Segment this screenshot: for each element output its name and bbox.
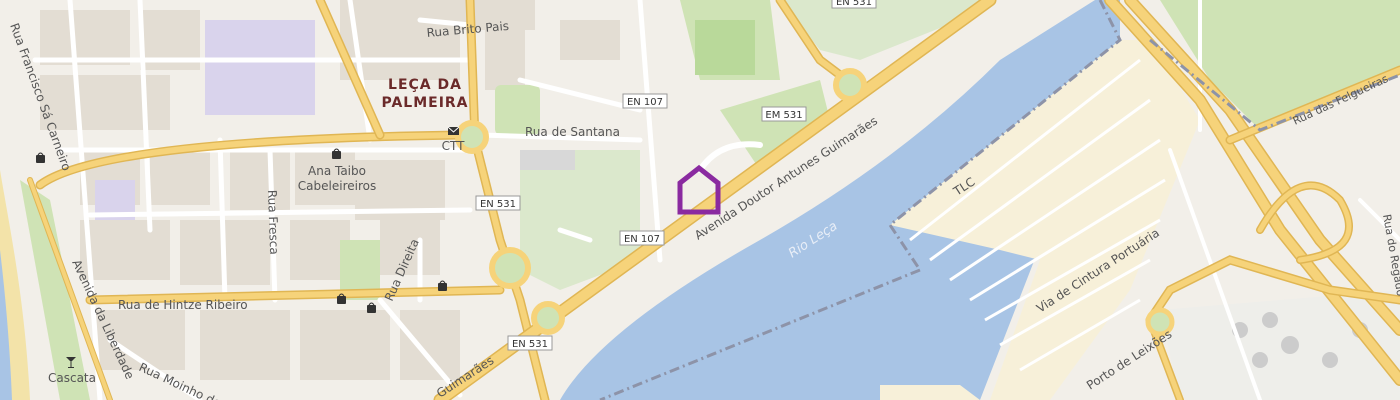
map-canvas[interactable]: LEÇA DA PALMEIRA Rua Brito Pais Rua Fran…	[0, 0, 1400, 400]
road-shield-en531-top: EN 531	[836, 0, 872, 8]
street-label-rua-hintze-ribeiro: Rua de Hintze Ribeiro	[118, 298, 248, 312]
town-label-line2: PALMEIRA	[381, 95, 468, 111]
road-shield-en531-b: EN 531	[480, 199, 516, 210]
road-shield-em531: EM 531	[765, 110, 802, 121]
street-label-rua-de-santana: Rua de Santana	[525, 125, 620, 139]
poi-label-cascata: Cascata	[48, 371, 96, 385]
mail-icon	[447, 126, 460, 135]
road-shield-en531-c: EN 531	[512, 339, 548, 350]
road-shield-en107-a: EN 107	[627, 97, 663, 108]
poi-label-ctt: CTT	[442, 139, 465, 153]
town-label-line1: LEÇA DA	[388, 77, 462, 93]
poi-label-cabeleireiros: Cabeleireiros	[298, 179, 376, 193]
street-label-rua-fresca: Rua Fresca	[265, 190, 281, 255]
road-shield-en107-b: EN 107	[624, 234, 660, 245]
poi-label-ana-taibo: Ana Taibo	[308, 164, 366, 178]
